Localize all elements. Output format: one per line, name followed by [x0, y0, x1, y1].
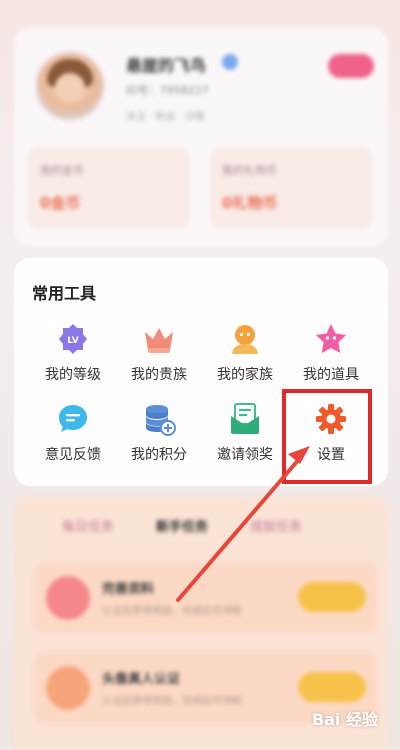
feedback-chat-icon — [59, 405, 87, 432]
crown-icon — [145, 328, 173, 353]
tab-achievement[interactable]: 成就任务 — [250, 516, 302, 535]
coin-stat-label: 我的金币 — [40, 164, 84, 177]
tool-my-points[interactable]: 我的积分 — [116, 402, 202, 468]
verified-icon — [222, 54, 238, 70]
highlight-box — [282, 389, 372, 484]
gift-coin-stat[interactable]: 我的礼物币 0礼物币 — [210, 148, 372, 228]
tool-my-family[interactable]: 我的家族 — [202, 322, 288, 388]
gift-stat-label: 我的礼物币 — [222, 164, 277, 177]
tool-feedback[interactable]: 意见反馈 — [30, 402, 116, 468]
user-meta: 关注 · 粉丝 · 访客 — [126, 112, 206, 123]
task-item: 完善资料 认证后获得奖励，完成后可领取 — [34, 562, 378, 634]
invite-envelope-icon — [231, 403, 259, 434]
tool-invite-reward[interactable]: 邀请领奖 — [202, 402, 288, 468]
coin-stat-value: 0金币 — [40, 194, 81, 212]
tool-label: 邀请领奖 — [217, 447, 273, 463]
tool-label: 意见反馈 — [45, 447, 101, 463]
edit-profile-button[interactable] — [328, 54, 374, 78]
task-desc: 认证后获得奖励，完成后可领取 — [102, 696, 242, 707]
task-title: 头像真人认证 — [102, 672, 181, 687]
tool-label: 我的贵族 — [131, 367, 187, 383]
profile-card: 悬崖的飞鸟 ID号：7958227 关注 · 粉丝 · 访客 我的金币 0金币 … — [14, 28, 388, 246]
tool-my-level[interactable]: LV 我的等级 — [30, 322, 116, 388]
person-icon — [46, 666, 90, 710]
star-prop-icon — [316, 324, 346, 353]
username: 悬崖的飞鸟 — [126, 56, 207, 75]
task-go-button[interactable] — [298, 582, 366, 612]
tool-label: 我的家族 — [217, 367, 273, 383]
tool-label: 我的道具 — [303, 367, 359, 383]
user-id: ID号：7958227 — [126, 84, 209, 97]
svg-text:LV: LV — [67, 336, 78, 346]
tool-label: 我的积分 — [131, 447, 187, 463]
coin-stat[interactable]: 我的金币 0金币 — [28, 148, 190, 228]
document-icon — [46, 576, 90, 620]
gift-stat-value: 0礼物币 — [222, 194, 278, 212]
task-title: 完善资料 — [102, 582, 155, 597]
tab-newbie[interactable]: 新手任务 — [156, 516, 208, 535]
watermark: Bai 经验 — [311, 710, 378, 729]
tool-my-nobility[interactable]: 我的贵族 — [116, 322, 202, 388]
tools-title: 常用工具 — [32, 284, 97, 303]
points-coins-icon — [146, 405, 176, 436]
tool-my-props[interactable]: 我的道具 — [288, 322, 374, 388]
level-badge-icon: LV — [59, 324, 87, 354]
family-people-icon — [232, 325, 258, 354]
tab-daily[interactable]: 每日任务 — [62, 516, 114, 535]
task-go-button[interactable] — [298, 672, 366, 702]
tool-label: 我的等级 — [45, 367, 101, 383]
task-desc: 认证后获得奖励，完成后可领取 — [102, 606, 242, 617]
avatar[interactable] — [34, 50, 106, 122]
